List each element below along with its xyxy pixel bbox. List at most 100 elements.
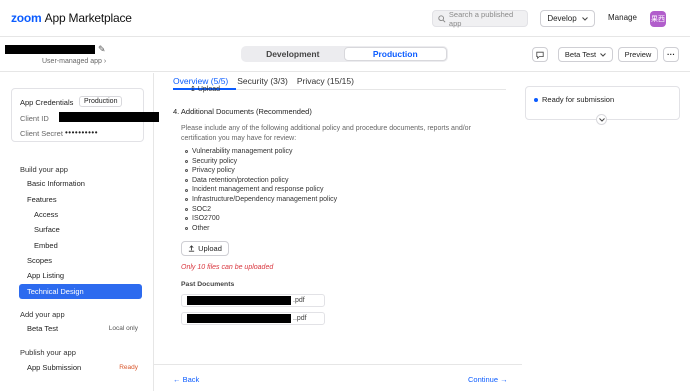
sidebar-item-scopes[interactable]: Scopes [19, 253, 142, 268]
more-options-button[interactable]: ··· [663, 47, 679, 62]
list-item-label: Security policy [192, 157, 238, 165]
sidebar-item-app-listing[interactable]: App Listing [19, 268, 142, 283]
list-item-label: Privacy policy [192, 167, 235, 175]
top-navbar: zoom App Marketplace Search a published … [0, 0, 690, 37]
upload-icon [188, 245, 195, 252]
local-only-tag: Local only [108, 325, 138, 332]
sidebar-item-beta-test[interactable]: Beta Test Local only [19, 321, 142, 336]
back-label: Back [182, 375, 200, 384]
client-id-redacted[interactable] [59, 112, 159, 122]
past-documents-label: Past Documents [181, 281, 235, 288]
publish-section-title: Publish your app [20, 348, 76, 357]
build-section-title: Build your app [20, 165, 68, 174]
beta-test-label: Beta Test [564, 50, 597, 59]
list-item-label: Data retention/protection policy [192, 176, 289, 184]
bullet-icon [185, 179, 188, 183]
client-id-label: Client ID [20, 114, 49, 123]
search-input[interactable]: Search a published app [432, 9, 528, 28]
app-type-label: User-managed app [42, 58, 102, 65]
client-secret-value[interactable]: •••••••••• [65, 128, 98, 137]
bullet-icon [185, 207, 188, 211]
search-placeholder: Search a published app [448, 9, 514, 28]
environment-toggle: Development Production [241, 46, 448, 62]
status-text: Ready for submission [542, 95, 615, 104]
file-name-redacted [187, 296, 291, 305]
credentials-title: App Credentials [20, 98, 74, 107]
bullet-icon [185, 227, 188, 231]
avatar[interactable]: 果西 [650, 11, 666, 27]
tab-security[interactable]: Security (3/3) [237, 76, 288, 86]
upload-partial-label: Upload [197, 86, 220, 93]
section-title: 4. Additional Documents (Recommended) [173, 107, 312, 116]
list-item-label: ISO2700 [192, 215, 220, 223]
sidebar-item-technical-design[interactable]: Technical Design [19, 284, 142, 299]
app-type-link[interactable]: User-managed app › [42, 58, 106, 65]
list-item-label: Infrastructure/Dependency management pol… [192, 195, 338, 203]
search-icon [438, 14, 446, 23]
upload-limit-warning: Only 10 files can be uploaded [181, 264, 274, 271]
list-item: Incident management and response policy [185, 185, 337, 195]
chat-icon [536, 51, 544, 59]
feedback-button[interactable] [532, 47, 548, 62]
file-extension: ..pdf [293, 315, 307, 322]
beta-test-dropdown[interactable]: Beta Test [558, 47, 613, 62]
upload-button[interactable]: Upload [181, 241, 229, 256]
ready-tag: Ready [119, 364, 138, 371]
develop-dropdown[interactable]: Develop [540, 10, 595, 27]
preview-button[interactable]: Preview [618, 47, 658, 62]
sidebar-item-features[interactable]: Features [19, 192, 142, 207]
logo-text: App Marketplace [44, 11, 132, 25]
sidebar: App Credentials Production Client ID Cli… [0, 73, 159, 391]
manage-link[interactable]: Manage [608, 13, 637, 22]
sidebar-item-surface[interactable]: Surface [27, 222, 142, 237]
upload-label: Upload [198, 244, 222, 253]
bullet-icon [185, 188, 188, 192]
zoom-logo[interactable]: zoom App Marketplace [11, 11, 132, 25]
list-item: SOC2 [185, 205, 337, 215]
app-name-redacted [5, 45, 95, 54]
upload-button-partial[interactable]: ↥ Upload [190, 85, 220, 93]
status-dot [534, 98, 538, 102]
file-name-redacted [187, 314, 291, 323]
chevron-down-icon [600, 52, 606, 57]
list-item: Security policy [185, 157, 337, 167]
develop-label: Develop [547, 14, 577, 23]
sidebar-item-label: Beta Test [27, 324, 59, 333]
list-item: Other [185, 224, 337, 234]
list-item: Vulnerability management policy [185, 147, 337, 157]
sidebar-item-basic-information[interactable]: Basic Information [19, 176, 142, 191]
bullet-icon [185, 198, 188, 202]
tab-development[interactable]: Development [242, 47, 344, 61]
continue-button[interactable]: Continue → [468, 375, 508, 384]
past-file-item[interactable]: .pdf [181, 294, 325, 307]
bullet-icon [185, 159, 188, 163]
sidebar-item-embed[interactable]: Embed [27, 238, 142, 253]
chevron-down-icon [598, 117, 605, 122]
section-description: Please include any of the following addi… [181, 125, 471, 142]
sidebar-item-app-submission[interactable]: App Submission Ready [19, 360, 142, 375]
list-item-label: SOC2 [192, 205, 212, 213]
app-header: ✎ User-managed app › Development Product… [0, 38, 690, 72]
file-extension: .pdf [293, 297, 305, 304]
document-list: Vulnerability management policy Security… [185, 147, 337, 233]
client-secret-label: Client Secret [20, 129, 63, 138]
list-item-label: Incident management and response policy [192, 186, 324, 194]
sidebar-item-label: App Submission [27, 363, 82, 372]
edit-icon[interactable]: ✎ [98, 44, 106, 55]
sidebar-item-access[interactable]: Access [27, 207, 142, 222]
chevron-down-icon [581, 16, 588, 21]
expand-status-button[interactable] [596, 114, 607, 125]
past-file-item[interactable]: ..pdf [181, 312, 325, 325]
logo-brand: zoom [11, 11, 42, 25]
add-section-title: Add your app [20, 310, 65, 319]
tab-privacy[interactable]: Privacy (15/15) [297, 76, 354, 86]
list-item: Infrastructure/Dependency management pol… [185, 195, 337, 205]
bullet-icon [185, 217, 188, 221]
tab-production[interactable]: Production [343, 47, 447, 61]
continue-label: Continue [468, 375, 499, 384]
environment-badge: Production [79, 96, 123, 107]
back-button[interactable]: ← Back [173, 375, 199, 384]
list-item-label: Vulnerability management policy [192, 148, 293, 155]
list-item: Data retention/protection policy [185, 176, 337, 186]
bullet-icon [185, 169, 188, 173]
